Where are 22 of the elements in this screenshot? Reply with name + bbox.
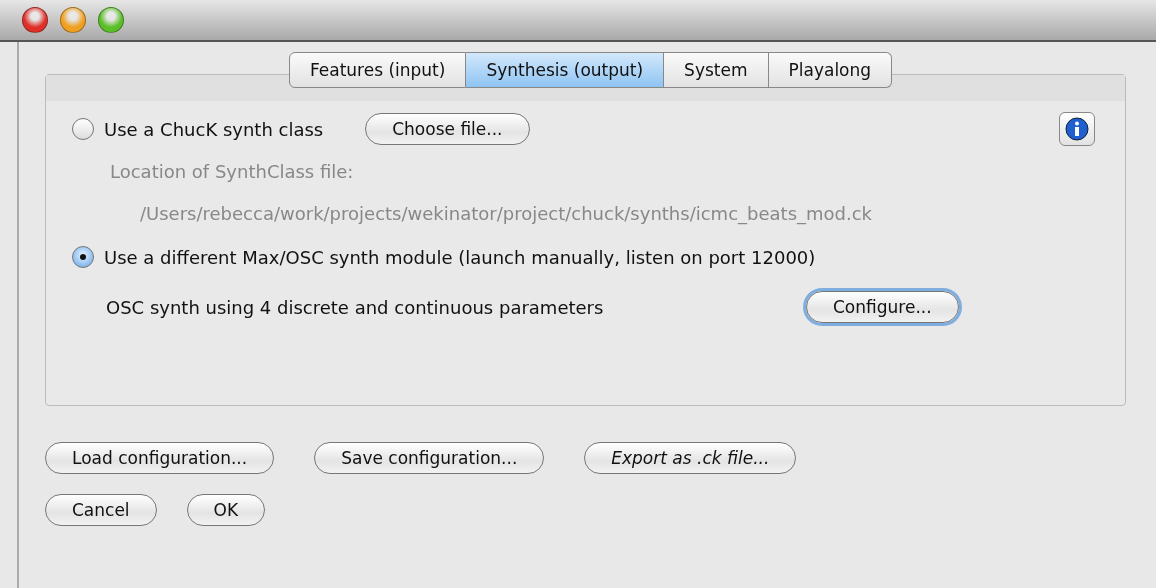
configure-button[interactable]: Configure... [806, 291, 959, 323]
tab[interactable]: System [664, 52, 769, 88]
radio-button[interactable] [72, 246, 94, 268]
tab[interactable]: Features (input) [288, 52, 467, 88]
location-label: Location of SynthClass file: [109, 160, 355, 184]
dialog-button[interactable]: OK [186, 494, 266, 526]
dialog-button[interactable]: Cancel [45, 494, 157, 526]
radio-button[interactable] [72, 118, 94, 140]
radio-label: Use a different Max/OSC synth module (launch manually, listen on port 12000) [104, 246, 816, 268]
close-button[interactable] [22, 7, 48, 33]
zoom-button[interactable] [98, 7, 124, 33]
file-path: /Users/rebecca/work/projects/wekinator/project/chuck/synths/icmc_beats_mod.ck [139, 202, 874, 227]
config-button[interactable]: Load configuration... [45, 442, 275, 474]
tab[interactable]: Synthesis (output) [466, 52, 665, 88]
minimize-button[interactable] [60, 7, 86, 33]
config-button[interactable]: Export as .ck file... [584, 442, 797, 474]
config-button[interactable]: Save configuration... [314, 442, 545, 474]
tab[interactable]: Playalong [768, 52, 893, 88]
info-button[interactable] [1059, 112, 1095, 146]
synth-description: OSC synth using 4 discrete and continuous parameters [105, 296, 605, 318]
choose-file-button[interactable]: Choose file... [365, 113, 530, 145]
radio-label: Use a ChucK synth class [104, 118, 324, 140]
